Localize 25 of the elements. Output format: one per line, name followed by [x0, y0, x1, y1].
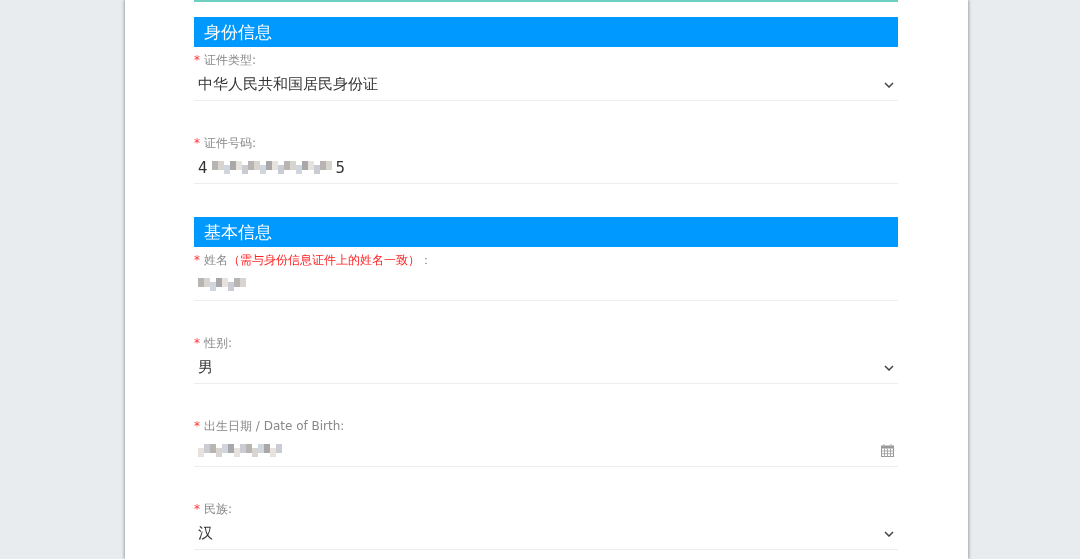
redaction-mosaic: [198, 278, 246, 291]
field-label: 姓名: [204, 251, 228, 269]
section-header: 身份信息: [194, 17, 898, 47]
chevron-down-icon: [884, 364, 894, 371]
field-hint: （需与身份信息证件上的姓名一致）: [228, 251, 420, 269]
required-asterisk: *: [194, 419, 200, 433]
field-label-colon: ：: [420, 251, 432, 269]
field-label: 证件号码:: [204, 134, 257, 152]
chevron-down-icon: [884, 530, 894, 537]
field-label: 民族:: [204, 500, 233, 518]
required-asterisk: *: [194, 53, 200, 67]
required-asterisk: *: [194, 253, 200, 267]
select-field[interactable]: 汉: [194, 518, 898, 550]
required-asterisk: *: [194, 336, 200, 350]
chevron-down-icon: [884, 81, 894, 88]
required-asterisk: *: [194, 136, 200, 150]
field-label: 性别:: [204, 334, 233, 352]
calendar-icon: [881, 444, 894, 457]
field-label: 证件类型:: [204, 51, 257, 69]
section-header: 基本信息: [194, 217, 898, 247]
input-field[interactable]: 4 5: [194, 152, 898, 184]
field-label: 出生日期 / Date of Birth:: [204, 417, 345, 435]
select-field[interactable]: 男: [194, 352, 898, 384]
required-asterisk: *: [194, 502, 200, 516]
select-field[interactable]: 中华人民共和国居民身份证: [194, 69, 898, 101]
